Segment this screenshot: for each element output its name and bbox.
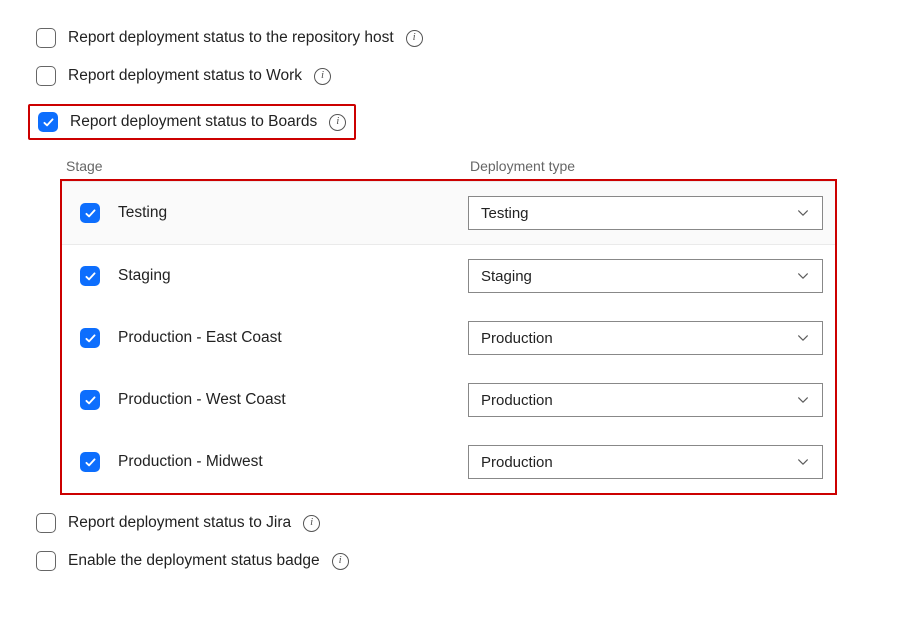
select-value: Production <box>481 454 553 471</box>
deployment-type-select[interactable]: Testing <box>468 196 823 230</box>
stage-row: Testing Testing <box>62 181 835 245</box>
stages-panel: Testing Testing Staging Staging <box>60 179 837 495</box>
chevron-down-icon <box>796 269 810 283</box>
checkbox-boards[interactable] <box>38 112 58 132</box>
stage-name: Testing <box>118 204 167 222</box>
checkbox-jira[interactable] <box>36 513 56 533</box>
stage-row: Production - East Coast Production <box>62 307 835 369</box>
info-icon[interactable] <box>314 68 331 85</box>
select-value: Production <box>481 330 553 347</box>
checkbox-badge[interactable] <box>36 551 56 571</box>
option-repo-host: Report deployment status to the reposito… <box>36 28 877 48</box>
label-work: Report deployment status to Work <box>68 67 302 85</box>
option-boards: Report deployment status to Boards <box>28 104 356 140</box>
info-icon[interactable] <box>303 515 320 532</box>
deployment-type-select[interactable]: Staging <box>468 259 823 293</box>
option-badge: Enable the deployment status badge <box>36 551 877 571</box>
label-repo-host: Report deployment status to the reposito… <box>68 29 394 47</box>
deployment-type-select[interactable]: Production <box>468 383 823 417</box>
checkbox-work[interactable] <box>36 66 56 86</box>
option-work: Report deployment status to Work <box>36 66 877 86</box>
option-jira: Report deployment status to Jira <box>36 513 877 533</box>
chevron-down-icon <box>796 393 810 407</box>
highlight-boards: Report deployment status to Boards <box>36 104 877 140</box>
label-jira: Report deployment status to Jira <box>68 514 291 532</box>
info-icon[interactable] <box>332 553 349 570</box>
select-value: Testing <box>481 205 529 222</box>
checkbox-stage-prod-west[interactable] <box>80 390 100 410</box>
stage-headers: Stage Deployment type <box>60 158 837 179</box>
deployment-type-select[interactable]: Production <box>468 445 823 479</box>
checkbox-stage-prod-east[interactable] <box>80 328 100 348</box>
stage-row: Production - West Coast Production <box>62 369 835 431</box>
label-boards: Report deployment status to Boards <box>70 113 317 131</box>
chevron-down-icon <box>796 331 810 345</box>
stage-name: Production - East Coast <box>118 329 282 347</box>
stage-row: Staging Staging <box>62 245 835 307</box>
stage-row: Production - Midwest Production <box>62 431 835 493</box>
info-icon[interactable] <box>329 114 346 131</box>
select-value: Staging <box>481 268 532 285</box>
chevron-down-icon <box>796 206 810 220</box>
stage-name: Production - West Coast <box>118 391 286 409</box>
info-icon[interactable] <box>406 30 423 47</box>
stage-name: Production - Midwest <box>118 453 263 471</box>
checkbox-stage-testing[interactable] <box>80 203 100 223</box>
deployment-type-select[interactable]: Production <box>468 321 823 355</box>
label-badge: Enable the deployment status badge <box>68 552 320 570</box>
select-value: Production <box>481 392 553 409</box>
header-stage: Stage <box>60 158 470 174</box>
stage-name: Staging <box>118 267 171 285</box>
checkbox-stage-staging[interactable] <box>80 266 100 286</box>
header-type: Deployment type <box>470 158 837 174</box>
checkbox-stage-prod-midwest[interactable] <box>80 452 100 472</box>
checkbox-repo-host[interactable] <box>36 28 56 48</box>
chevron-down-icon <box>796 455 810 469</box>
